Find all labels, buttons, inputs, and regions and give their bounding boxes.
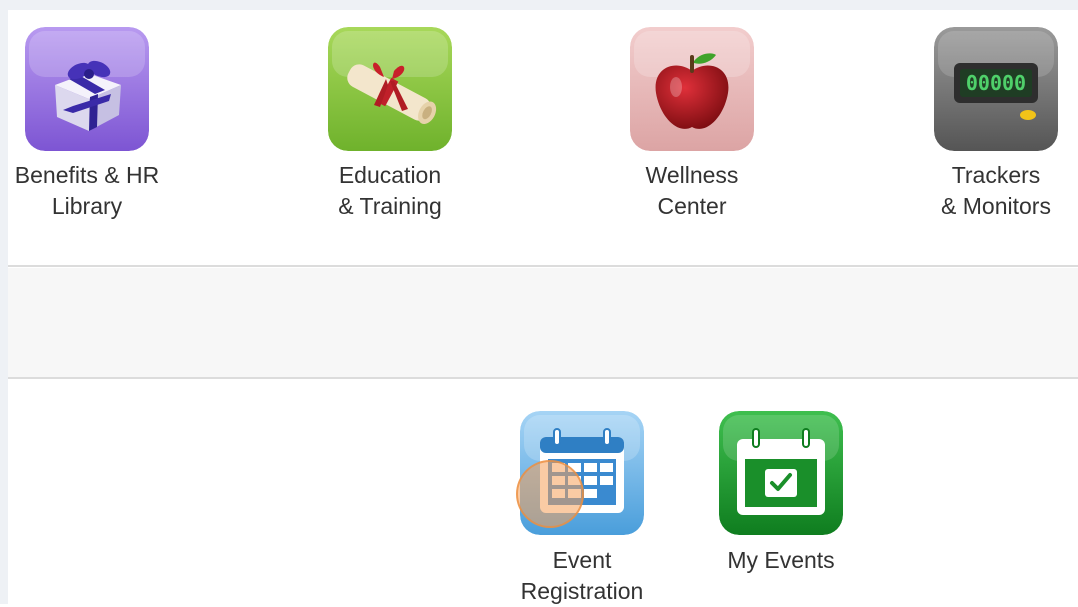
event-registration-label: Event Registration (520, 547, 644, 604)
education-training-tile[interactable]: Education & Training (328, 27, 452, 227)
wellness-center-label: Wellness Center (645, 162, 739, 219)
section-divider-bottom (8, 377, 1078, 379)
pedometer-icon: 00000 (934, 27, 1058, 151)
my-events-label: My Events (727, 547, 835, 573)
trackers-monitors-tile[interactable]: 00000 Trackers & Monitors (934, 27, 1058, 227)
click-indicator (516, 460, 584, 528)
my-events-tile[interactable]: My Events (719, 411, 843, 604)
calendar-check-icon (719, 411, 843, 535)
empty-section-band (8, 268, 1078, 377)
apple-icon (630, 27, 754, 151)
trackers-monitors-label: Trackers & Monitors (941, 162, 1051, 219)
wellness-center-tile[interactable]: Wellness Center (630, 27, 754, 227)
section-divider-top (8, 265, 1078, 267)
gift-icon (25, 27, 149, 151)
diploma-scroll-icon (328, 27, 452, 151)
education-training-label: Education & Training (338, 162, 442, 219)
benefits-hr-library-tile[interactable]: Benefits & HR Library (15, 27, 159, 227)
top-frame-strip (0, 0, 1078, 10)
left-frame-edge (0, 10, 8, 604)
benefits-hr-library-label: Benefits & HR Library (14, 162, 160, 219)
svg-text:00000: 00000 (966, 71, 1026, 95)
